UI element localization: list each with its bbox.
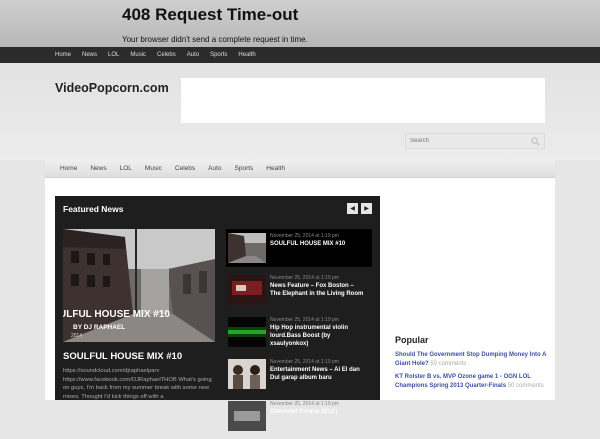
search-icon[interactable] [531, 137, 540, 146]
image-caption: ULFUL HOUSE MIX #10 [63, 309, 170, 320]
next-arrow-icon[interactable]: ▶ [361, 203, 372, 214]
main-nav: Home News LOL Music Celebs Auto Sports H… [45, 160, 555, 178]
search-input[interactable] [406, 134, 524, 148]
thumbnail-image [228, 401, 266, 431]
featured-heading: Featured News [63, 204, 124, 214]
error-message: Your browser didn't send a complete requ… [122, 35, 308, 44]
featured-list-item[interactable]: November 25, 2014 at 1:19 pm Entertainme… [226, 355, 372, 393]
popular-item-comments: 50 comments [430, 360, 467, 367]
thumbnail-image [228, 317, 266, 347]
popular-heading: Popular [395, 335, 429, 345]
item-title[interactable]: News Feature – Fox Boston – The Elephant… [270, 282, 366, 298]
top-nav-auto[interactable]: Auto [187, 52, 199, 58]
popular-item-comments: 50 comments [507, 382, 544, 389]
popular-item-link[interactable]: Should The Government Stop Dumping Money… [395, 352, 546, 367]
item-title[interactable]: SOULFUL HOUSE MIX #10 [270, 240, 366, 248]
top-nav-news[interactable]: News [82, 52, 97, 58]
search-box [405, 133, 545, 149]
item-title[interactable]: Entertainment News – Ai El dan Dul garap… [270, 366, 366, 382]
site-header: VideoPopcorn.com [0, 63, 600, 160]
main-nav-news[interactable]: News [90, 165, 106, 172]
main-nav-music[interactable]: Music [145, 165, 162, 172]
main-nav-sports[interactable]: Sports [235, 165, 254, 172]
image-year: 2014 [71, 333, 83, 339]
popular-section: Popular Should The Government Stop Dumpi… [395, 335, 555, 395]
site-logo[interactable]: VideoPopcorn.com [55, 81, 169, 95]
thumbnail-image [228, 275, 266, 305]
top-nav-celebs[interactable]: Celebs [157, 52, 176, 58]
popular-item: KT Rolster B vs. MVP Ozone game 1 - OGN … [395, 373, 555, 390]
thumbnail-image [228, 233, 266, 263]
top-nav: Home News LOL Music Celebs Auto Sports H… [0, 47, 600, 63]
item-title[interactable]: Hip Hop instrumental violin lourd.Bass B… [270, 324, 366, 348]
featured-arrows: ◀ ▶ [347, 203, 372, 214]
featured-list-item[interactable]: November 25, 2014 at 1:19 pm SOULFUL HOU… [226, 229, 372, 267]
top-nav-sports[interactable]: Sports [210, 52, 227, 58]
prev-arrow-icon[interactable]: ◀ [347, 203, 358, 214]
item-title[interactable]: Chevrolet Prisma 2013 | [270, 408, 366, 416]
featured-main-image[interactable]: ULFUL HOUSE MIX #10 BY DJ RAPHAEL 2014 [63, 229, 215, 342]
top-nav-home[interactable]: Home [55, 52, 71, 58]
item-date: November 25, 2014 at 1:19 pm [270, 401, 339, 407]
featured-news-panel: Featured News ◀ ▶ ULFUL HOUSE MIX #10 BY… [55, 196, 380, 431]
popular-item: Should The Government Stop Dumping Money… [395, 351, 555, 368]
top-nav-lol[interactable]: LOL [108, 52, 119, 58]
featured-list-item[interactable]: November 25, 2014 at 1:19 pm Chevrolet P… [226, 397, 372, 435]
top-nav-health[interactable]: Health [238, 52, 255, 58]
item-date: November 25, 2014 at 1:19 pm [270, 275, 339, 281]
error-banner: 408 Request Time-out Your browser didn't… [0, 0, 600, 47]
main-nav-celebs[interactable]: Celebs [175, 165, 195, 172]
item-date: November 25, 2014 at 1:19 pm [270, 317, 339, 323]
top-nav-music[interactable]: Music [130, 52, 146, 58]
featured-main-title[interactable]: SOULFUL HOUSE MIX #10 [63, 351, 182, 362]
featured-list-item[interactable]: November 25, 2014 at 1:19 pm Hip Hop ins… [226, 313, 372, 351]
thumbnail-image [228, 359, 266, 389]
featured-main-excerpt: https://soundcloud.com/djraphaelparv htt… [63, 368, 212, 400]
ad-banner [181, 78, 545, 123]
main-nav-lol[interactable]: LOL [120, 165, 132, 172]
item-date: November 25, 2014 at 1:19 pm [270, 359, 339, 365]
main-nav-home[interactable]: Home [60, 165, 77, 172]
featured-list-item[interactable]: November 25, 2014 at 1:19 pm News Featur… [226, 271, 372, 309]
image-byline: BY DJ RAPHAEL [73, 324, 126, 331]
item-date: November 25, 2014 at 1:19 pm [270, 233, 339, 239]
main-nav-health[interactable]: Health [266, 165, 285, 172]
main-nav-auto[interactable]: Auto [208, 165, 221, 172]
error-title: 408 Request Time-out [122, 5, 299, 24]
featured-side-list: November 25, 2014 at 1:19 pm SOULFUL HOU… [226, 229, 372, 439]
